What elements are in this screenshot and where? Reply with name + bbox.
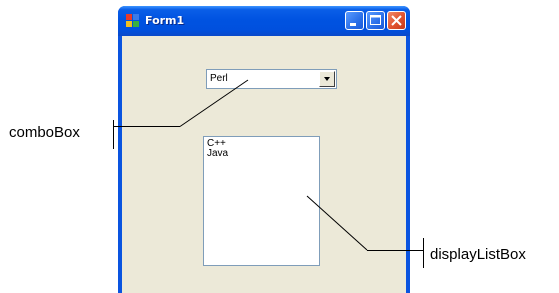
list-box-callout-label: displayListBox bbox=[430, 246, 526, 263]
list-callout-pointer bbox=[306, 195, 368, 251]
combo-callout-pointer bbox=[179, 79, 249, 127]
combo-box-callout-label: comboBox bbox=[9, 124, 80, 141]
